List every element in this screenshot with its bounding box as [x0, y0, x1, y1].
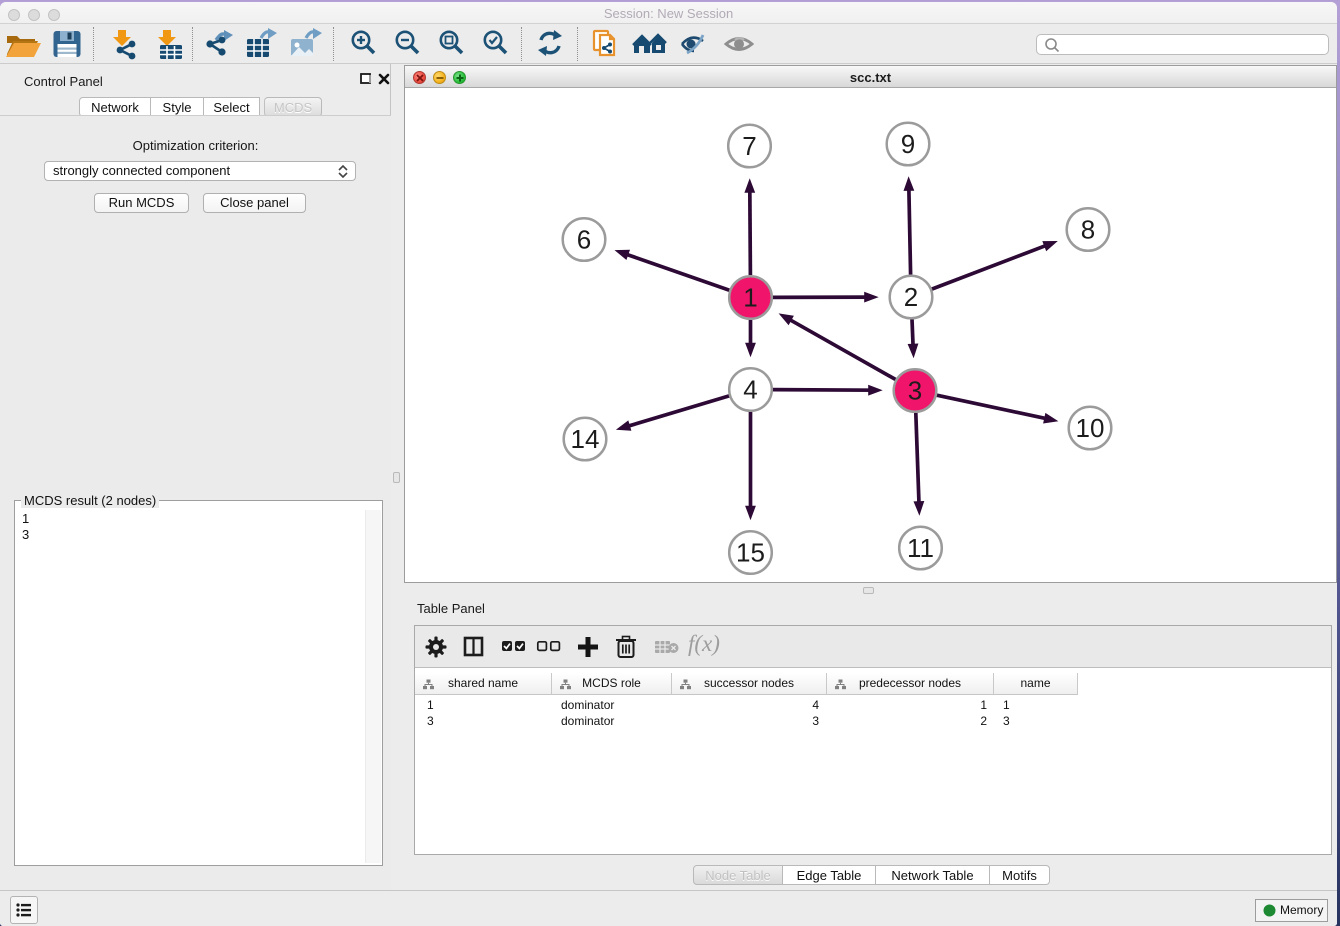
- svg-text:4: 4: [743, 375, 757, 405]
- svg-text:6: 6: [577, 225, 591, 255]
- svg-text:7: 7: [742, 131, 756, 161]
- svg-text:8: 8: [1081, 215, 1095, 245]
- svg-text:15: 15: [736, 538, 765, 568]
- svg-text:2: 2: [904, 282, 918, 312]
- svg-text:3: 3: [908, 376, 922, 406]
- svg-text:10: 10: [1076, 413, 1105, 443]
- svg-text:1: 1: [743, 283, 757, 313]
- svg-text:9: 9: [901, 129, 915, 159]
- svg-text:14: 14: [571, 424, 600, 454]
- svg-text:11: 11: [907, 533, 934, 563]
